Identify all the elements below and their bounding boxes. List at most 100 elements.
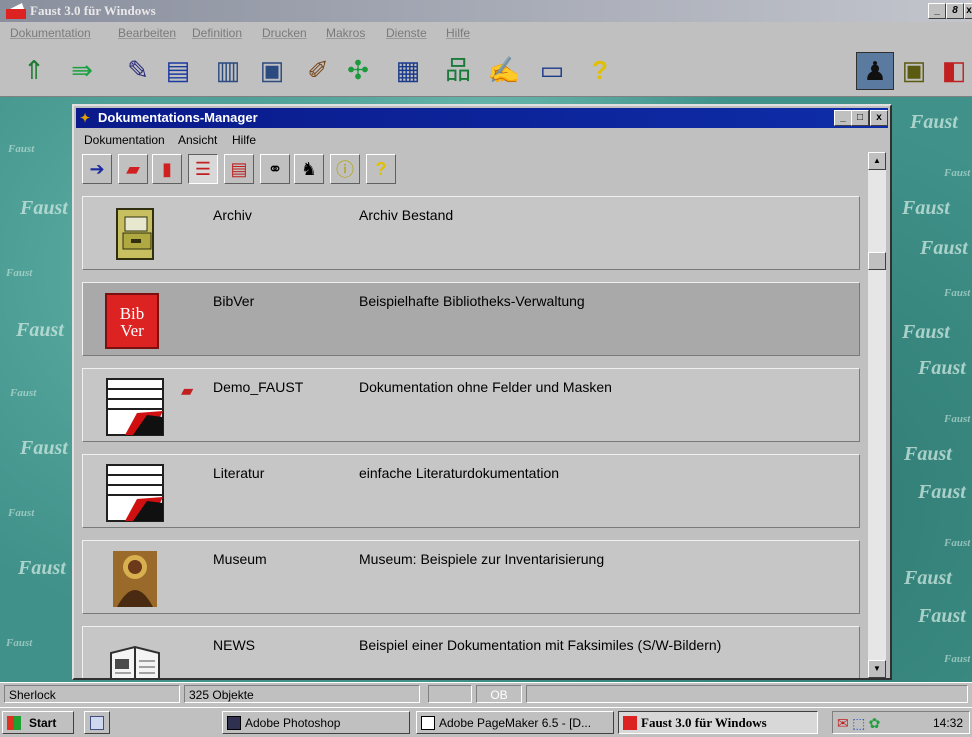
- computer-icon[interactable]: ▭: [534, 52, 570, 88]
- menu-dienste[interactable]: Dienste: [386, 26, 427, 40]
- app-titlebar[interactable]: Faust 3.0 für Windows _ 8 x: [0, 0, 972, 22]
- row-name: Demo_FAUST: [213, 379, 304, 395]
- list-item[interactable]: Archiv Archiv Bestand: [82, 196, 860, 270]
- monitor-icon[interactable]: ▤: [160, 52, 196, 88]
- watermark: Faust: [20, 197, 68, 219]
- menu-drucken[interactable]: Drucken: [262, 26, 307, 40]
- start-button[interactable]: Start: [2, 711, 74, 734]
- sherlock-icon[interactable]: ♟: [856, 52, 894, 90]
- dm-menu-hilfe[interactable]: Hilfe: [232, 133, 256, 147]
- tools-icon[interactable]: ✐: [300, 52, 336, 88]
- task-faust[interactable]: Faust 3.0 für Windows: [618, 711, 818, 734]
- book-red-icon[interactable]: ▮: [152, 154, 182, 184]
- list-item[interactable]: Bib Ver BibVer Beispielhafte Bibliotheks…: [82, 282, 860, 356]
- task-label: Adobe Photoshop: [245, 716, 341, 730]
- status-field-empty: [428, 685, 472, 703]
- forward-arrows-icon[interactable]: ⇛: [64, 52, 100, 88]
- doc-manager-titlebar[interactable]: ✦ Dokumentations-Manager _ □ x: [76, 108, 888, 128]
- menu-makros[interactable]: Makros: [326, 26, 365, 40]
- exit-door-icon[interactable]: ⇑: [16, 52, 52, 88]
- watermark: Faust: [920, 237, 968, 259]
- archive-icon[interactable]: ▣: [896, 52, 932, 88]
- watermark: Faust: [10, 387, 37, 399]
- list-view-icon[interactable]: ☰: [188, 154, 218, 184]
- clock: 14:32: [932, 716, 963, 730]
- network-icon[interactable]: ⬚: [852, 715, 865, 731]
- report-icon[interactable]: ▦: [390, 52, 426, 88]
- document-red-icon[interactable]: ◧: [936, 52, 972, 88]
- menu-hilfe[interactable]: Hilfe: [446, 26, 470, 40]
- list-item[interactable]: NEWS Beispiel einer Dokumentation mit Fa…: [82, 626, 860, 678]
- row-description: Beispielhafte Bibliotheks-Verwaltung: [359, 293, 585, 309]
- task-pagemaker[interactable]: Adobe PageMaker 6.5 - [D...: [416, 711, 614, 734]
- scroll-down-icon[interactable]: ▼: [868, 660, 886, 678]
- watermark: Faust: [902, 197, 950, 219]
- row-name: NEWS: [213, 637, 255, 653]
- detail-view-icon[interactable]: ▤: [224, 154, 254, 184]
- start-label: Start: [29, 716, 57, 730]
- info-icon[interactable]: ⓘ: [330, 154, 360, 184]
- statusbar: Sherlock 325 Objekte OB: [0, 682, 972, 707]
- dm-close-button[interactable]: x: [870, 110, 888, 126]
- watermark: Faust: [6, 637, 33, 649]
- watermark: Faust: [904, 443, 952, 465]
- menu-bearbeiten[interactable]: Bearbeiten: [118, 26, 176, 40]
- close-button[interactable]: x: [964, 3, 972, 19]
- sherlock-search-icon[interactable]: ♞: [294, 154, 324, 184]
- row-name: Literatur: [213, 465, 265, 481]
- scroll-up-icon[interactable]: ▲: [868, 152, 886, 170]
- dm-minimize-button[interactable]: _: [834, 110, 852, 126]
- help-question-icon[interactable]: ?: [582, 52, 618, 88]
- scrollbar-thumb[interactable]: [868, 252, 886, 270]
- faust-app-icon: [6, 3, 26, 19]
- mail-icon[interactable]: ✉: [837, 715, 849, 731]
- book-icon[interactable]: ▥: [210, 52, 246, 88]
- row-description: Dokumentation ohne Felder und Masken: [359, 379, 612, 395]
- faust-document-icon: [106, 464, 164, 522]
- watermark: Faust: [8, 143, 35, 155]
- doc-manager-icon: ✦: [80, 111, 91, 125]
- faust-document-icon: [106, 378, 164, 436]
- watermark: Faust: [944, 537, 971, 549]
- folder-open-icon: ▰: [181, 383, 194, 400]
- list-item[interactable]: Museum Museum: Beispiele zur Inventarisi…: [82, 540, 860, 614]
- archive-cabinet-icon: [116, 208, 154, 260]
- pen-icon[interactable]: ✎: [120, 52, 156, 88]
- vertical-scrollbar[interactable]: ▲ ▼: [868, 152, 886, 678]
- desktop-icon: [90, 716, 104, 730]
- row-description: Beispiel einer Dokumentation mit Faksimi…: [359, 637, 722, 653]
- minimize-button[interactable]: _: [928, 3, 946, 19]
- menu-definition[interactable]: Definition: [192, 26, 242, 40]
- watermark: Faust: [918, 357, 966, 379]
- task-photoshop[interactable]: Adobe Photoshop: [222, 711, 410, 734]
- dm-maximize-button[interactable]: □: [851, 110, 869, 126]
- help-icon[interactable]: ?: [366, 154, 396, 184]
- menu-dokumentation[interactable]: Dokumentation: [10, 26, 91, 40]
- hierarchy-icon[interactable]: 品: [440, 52, 476, 88]
- windows-logo-icon: [7, 716, 21, 730]
- quicklaunch-button[interactable]: [84, 711, 110, 734]
- icon-label: Ver: [120, 321, 144, 340]
- icon-painting-icon: [113, 551, 157, 607]
- watermark: Faust: [20, 437, 68, 459]
- folder-open-icon[interactable]: ▰: [118, 154, 148, 184]
- row-name: Museum: [213, 551, 267, 567]
- edit-icon[interactable]: ✍: [486, 52, 522, 88]
- restore-button[interactable]: 8: [946, 3, 964, 19]
- bibver-book-icon: Bib Ver: [105, 293, 159, 349]
- open-arrow-icon[interactable]: ➔: [82, 154, 112, 184]
- watermark: Faust: [904, 567, 952, 589]
- dm-menu-ansicht[interactable]: Ansicht: [178, 133, 217, 147]
- watermark: Faust: [918, 481, 966, 503]
- dm-menu-dokumentation[interactable]: Dokumentation: [84, 133, 165, 147]
- photoshop-icon: [227, 716, 241, 730]
- watermark: Faust: [18, 557, 66, 579]
- list-item[interactable]: ▰ Demo_FAUST Dokumentation ohne Felder u…: [82, 368, 860, 442]
- list-item[interactable]: Literatur einfache Literaturdokumentatio…: [82, 454, 860, 528]
- binoculars-icon[interactable]: ⚭: [260, 154, 290, 184]
- scroll-icon[interactable]: ▣: [254, 52, 290, 88]
- row-description: Archiv Bestand: [359, 207, 454, 223]
- network-icon[interactable]: ✣: [340, 52, 376, 88]
- status-count: 325 Objekte: [184, 685, 420, 703]
- tray-app-icon[interactable]: ✿: [869, 715, 881, 731]
